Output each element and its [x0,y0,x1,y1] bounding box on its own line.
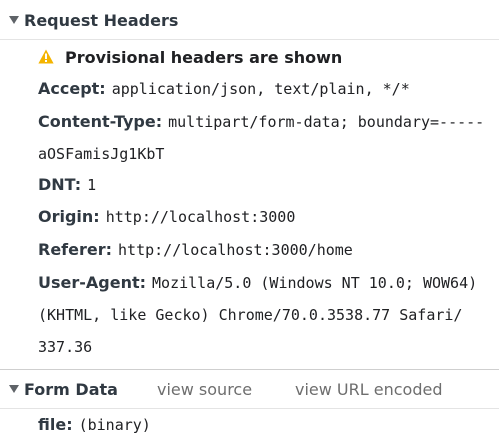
triangle-down-icon[interactable] [9,385,19,393]
header-key: Accept: [38,79,106,98]
header-row-user-agent: User-Agent: Mozilla/5.0 (Windows NT 10.0;… [38,273,477,293]
view-url-encoded-link[interactable]: view URL encoded [295,380,442,399]
header-value: http://localhost:3000 [105,208,296,226]
header-value: multipart/form-data; boundary=----- [168,113,485,131]
provisional-warning-text: Provisional headers are shown [65,48,343,67]
header-value: Mozilla/5.0 (Windows NT 10.0; WOW64) [152,274,478,292]
form-field-key: file: [38,415,73,434]
request-headers-section-header[interactable]: Request Headers [0,0,499,40]
header-value: application/json, text/plain, */* [111,80,410,98]
header-key: Content-Type: [38,112,163,131]
header-key: Referer: [38,240,113,259]
header-key: DNT: [38,175,82,194]
header-row-origin: Origin: http://localhost:3000 [38,207,295,227]
header-row-accept: Accept: application/json, text/plain, */* [38,79,410,99]
header-row-dnt: DNT: 1 [38,175,96,195]
form-data-section-header[interactable]: Form Data view source view URL encoded [0,369,499,409]
header-value: http://localhost:3000/home [118,241,353,259]
header-value-continuation: aOSFamisJg1KbT [38,145,165,163]
header-value-continuation: 337.36 [38,338,93,356]
form-field-row-file: file: (binary) [38,415,151,435]
form-data-title[interactable]: Form Data [24,380,118,399]
request-headers-title[interactable]: Request Headers [24,11,178,30]
headers-panel: Request Headers Provisional headers are … [0,0,499,448]
header-value: 1 [87,176,97,194]
form-field-value: (binary) [78,416,151,434]
header-value-continuation: (KHTML, like Gecko) Chrome/70.0.3538.77 … [38,306,463,324]
header-row-content-type: Content-Type: multipart/form-data; bounda… [38,112,484,132]
view-source-link[interactable]: view source [157,380,252,399]
header-key: User-Agent: [38,273,147,292]
warning-triangle-icon [38,49,54,64]
triangle-down-icon[interactable] [9,16,19,24]
header-row-referer: Referer: http://localhost:3000/home [38,240,353,260]
header-key: Origin: [38,207,100,226]
